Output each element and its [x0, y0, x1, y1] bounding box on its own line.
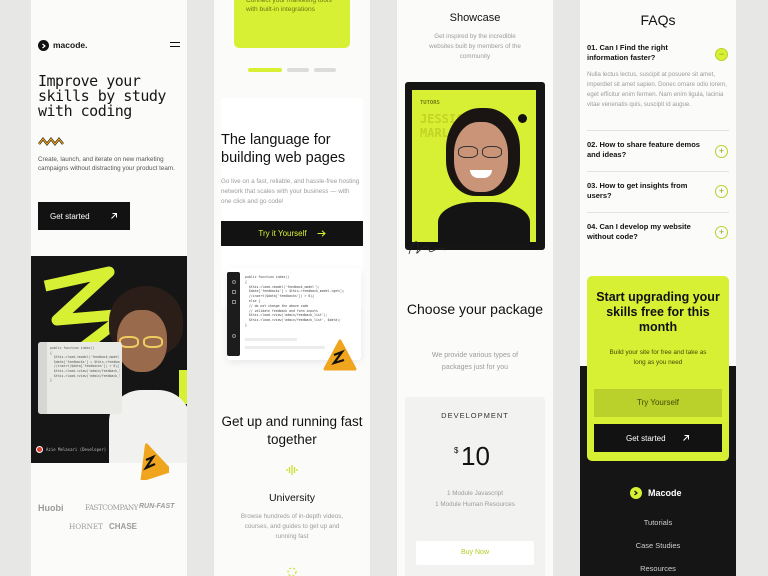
- choose-heading: Choose your package: [406, 301, 544, 317]
- get-started-label: Get started: [50, 211, 90, 221]
- language-description: Go live on a fast, reliable, and hassle-…: [221, 178, 360, 205]
- tutor-logo-icon: [518, 114, 527, 123]
- arrow-up-right-icon: [111, 213, 117, 219]
- screen-language: Connect your marketing tools with built-…: [214, 0, 370, 576]
- get-started-button[interactable]: Get started: [38, 202, 130, 230]
- carousel-dot-active[interactable]: [248, 68, 282, 72]
- university-description: Browse hundreds of in-depth videos, cour…: [240, 513, 344, 540]
- faq-question-3[interactable]: 03. How to get insights from users?: [587, 181, 707, 201]
- faq-question-2[interactable]: 02. How to share feature demos and ideas…: [587, 140, 707, 160]
- arrow-up-right-icon: [683, 435, 689, 441]
- faq-question-4[interactable]: 04. Can I develop my website without cod…: [587, 222, 707, 242]
- plan-price: 10: [461, 441, 490, 471]
- plus-icon[interactable]: +: [715, 145, 728, 158]
- showcase-title: Showcase: [449, 12, 501, 24]
- hero-title: Improve your skills by study with coding: [38, 72, 166, 120]
- try-yourself-button[interactable]: Try Yourself: [594, 389, 722, 417]
- buy-now-button[interactable]: Buy Now: [416, 541, 534, 565]
- get-started-label: Get started: [626, 433, 666, 443]
- faq-title: FAQs: [640, 12, 676, 28]
- footer-link-case-studies[interactable]: Case Studies: [580, 541, 736, 550]
- arrow-right-icon: [317, 230, 326, 237]
- footer-logo[interactable]: Macode: [648, 488, 682, 498]
- logo-text[interactable]: macode.: [53, 40, 88, 50]
- zigzag-icon: [38, 137, 64, 146]
- footer-link-tutorials[interactable]: Tutorials: [580, 518, 736, 527]
- editor-code-text: public function index() { $this->load->m…: [245, 275, 345, 327]
- screen-showcase: Showcase Get inspired by the incredible …: [397, 0, 553, 576]
- faq-question-1[interactable]: 01. Can I Find the right information fas…: [587, 43, 707, 63]
- logo-chevron-icon: [38, 40, 49, 51]
- pricing-card: DEVELOPMENT $ 10 1 Module Javascript 1 M…: [405, 397, 545, 576]
- triangle-logo-badge: [323, 339, 357, 371]
- code-snippet-card: public function index() { $this->load->m…: [38, 342, 122, 414]
- brand-chase: CHASE: [109, 522, 138, 531]
- minus-icon[interactable]: −: [715, 48, 728, 61]
- hero-description: Create, launch, and iterate on new marke…: [38, 156, 175, 172]
- screen-home: macode. Improve your skills by study wit…: [31, 0, 187, 576]
- tutor-card[interactable]: TUTORS JESSICA MARLEY: [405, 82, 545, 250]
- integration-card: Connect your marketing tools with built-…: [234, 0, 350, 48]
- hamburger-icon[interactable]: [170, 42, 180, 47]
- hero-image-panel: public function index() { $this->load->m…: [31, 256, 187, 463]
- cta-title: Start upgrading your skills free for thi…: [596, 290, 720, 334]
- signature-graphic: [408, 241, 446, 255]
- photo-caption: Azie Melasari (Developer): [46, 447, 107, 452]
- soundwave-icon: [286, 465, 298, 475]
- sparkle-icon: [287, 567, 297, 576]
- integration-text: Connect your marketing tools with built-…: [246, 0, 332, 13]
- plan-name: DEVELOPMENT: [441, 411, 509, 420]
- try-it-yourself-label: Try it Yourself: [258, 229, 307, 238]
- plus-icon[interactable]: +: [715, 226, 728, 239]
- logo-chevron-icon: [630, 487, 642, 499]
- choose-description: We provide various types of packages jus…: [431, 352, 519, 371]
- try-it-yourself-button[interactable]: Try it Yourself: [221, 221, 363, 246]
- brand-huobi: Huobi: [38, 503, 64, 513]
- plus-icon[interactable]: +: [715, 185, 728, 198]
- carousel-dot[interactable]: [314, 68, 336, 72]
- plan-feature-1: 1 Module Javascript: [447, 490, 503, 497]
- triangle-logo-badge: [140, 443, 169, 480]
- plan-feature-2: 1 Module Human Resources: [435, 501, 515, 508]
- footer-link-resources[interactable]: Resources: [580, 564, 736, 573]
- showcase-description: Get inspired by the incredible websites …: [429, 33, 521, 60]
- upgrade-cta-card: Start upgrading your skills free for thi…: [587, 276, 729, 461]
- faq-answer-1: Nulla lectus lectus, suscipit at posuere…: [587, 71, 727, 108]
- language-heading: The language for building web pages: [221, 132, 346, 166]
- screen-faq: FAQs 01. Can I Find the right informatio…: [580, 0, 736, 576]
- currency-symbol: $: [454, 446, 459, 455]
- code-text: public function index() { $this->load->m…: [50, 346, 120, 383]
- carousel-dot[interactable]: [287, 68, 309, 72]
- editor-sidebar: [227, 272, 240, 356]
- brand-hornet: HORNET: [69, 522, 103, 531]
- get-started-button[interactable]: Get started: [594, 424, 722, 452]
- tutor-photo-bg: TUTORS JESSICA MARLEY: [412, 90, 536, 242]
- university-title: University: [268, 492, 316, 504]
- cta-description: Build your site for free and take as lon…: [609, 349, 707, 366]
- record-dot-icon: [36, 446, 43, 453]
- running-heading: Get up and running fast together: [221, 414, 363, 447]
- brand-runfast: RUN-FAST: [139, 503, 175, 510]
- brand-fastcompany: FASTCOMPANY: [85, 503, 138, 512]
- tutor-label: TUTORS: [420, 100, 440, 106]
